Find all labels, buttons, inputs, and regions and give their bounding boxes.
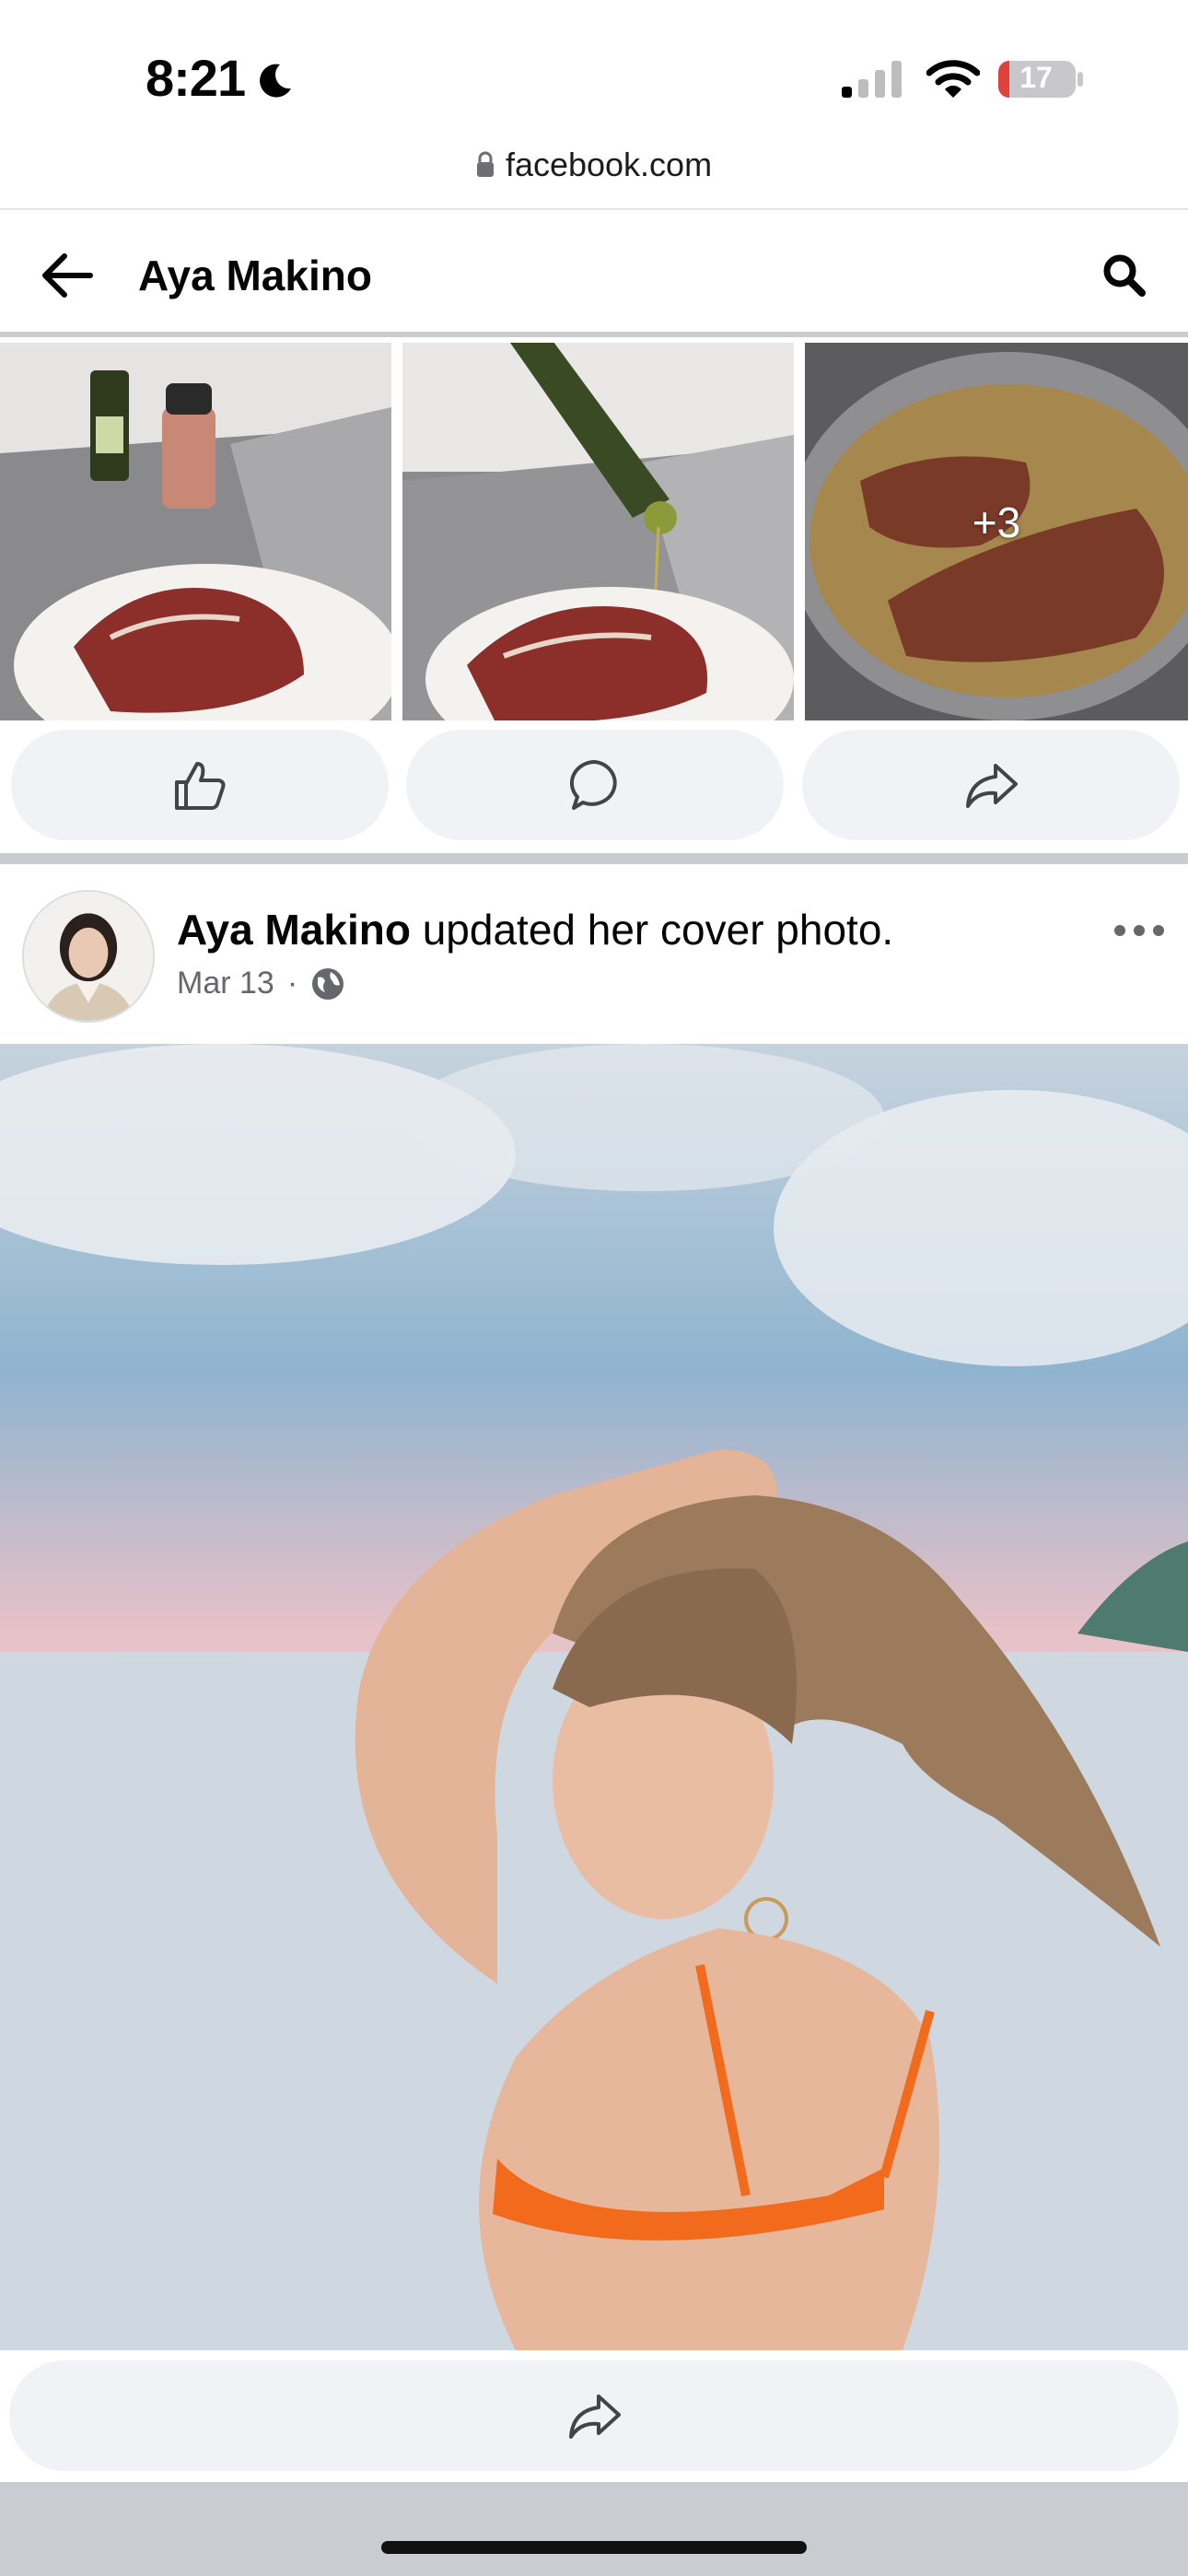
bottom-band [0, 2482, 1188, 2576]
post-action-text: updated her cover photo. [422, 906, 894, 954]
moon-icon [260, 64, 291, 98]
like-icon [175, 762, 226, 810]
url-text[interactable]: facebook.com [506, 146, 712, 183]
status-bar: 8:21 17 [0, 0, 1188, 138]
share-icon [966, 764, 1018, 808]
post-action-row [0, 730, 1188, 840]
more-horizontal-icon[interactable] [1112, 919, 1166, 942]
feed-divider [0, 853, 1188, 864]
steak-with-oil-bottles-image [0, 343, 391, 720]
globe-icon [312, 967, 344, 1000]
lock-icon [476, 151, 494, 177]
post-author-name[interactable]: Aya Makino [177, 906, 411, 954]
more-photos-count[interactable]: +3 [805, 498, 1188, 547]
page-header: Aya Makino [0, 212, 1188, 337]
cover-share-button[interactable] [9, 2360, 1179, 2471]
photo-thumbnail[interactable] [0, 343, 391, 720]
post-meta: Mar 13 · [177, 966, 345, 1001]
back-arrow-icon[interactable] [37, 245, 98, 306]
battery-level: 17 [1019, 61, 1053, 94]
meta-separator: · [286, 966, 298, 1001]
post-title: Aya Makino updated her cover photo. [177, 905, 893, 954]
photo-thumbnail[interactable] [402, 343, 794, 720]
cellular-signal-icon [842, 61, 902, 98]
share-icon [569, 2395, 621, 2439]
avatar[interactable] [22, 890, 155, 1023]
share-button[interactable] [802, 730, 1180, 840]
comment-icon [569, 759, 617, 810]
battery-icon: 17 [996, 59, 1087, 100]
photo-grid: +3 [0, 343, 1188, 720]
profile-picture [24, 892, 153, 1021]
cover-photo[interactable] [0, 1044, 1188, 2350]
like-button[interactable] [11, 730, 389, 840]
comment-button[interactable] [406, 730, 784, 840]
post-date[interactable]: Mar 13 [177, 966, 274, 1001]
home-indicator[interactable] [381, 2541, 807, 2554]
browser-url-bar[interactable]: facebook.com [0, 138, 1188, 210]
pouring-olive-oil-image [402, 343, 794, 720]
post-header: Aya Makino updated her cover photo. Mar … [0, 864, 1188, 1044]
photo-thumbnail[interactable]: +3 [805, 343, 1188, 720]
page-title: Aya Makino [138, 252, 372, 299]
wifi-icon [926, 60, 980, 98]
status-time: 8:21 [146, 49, 246, 107]
search-icon[interactable] [1101, 252, 1147, 299]
beach-portrait-image [0, 1044, 1188, 2350]
